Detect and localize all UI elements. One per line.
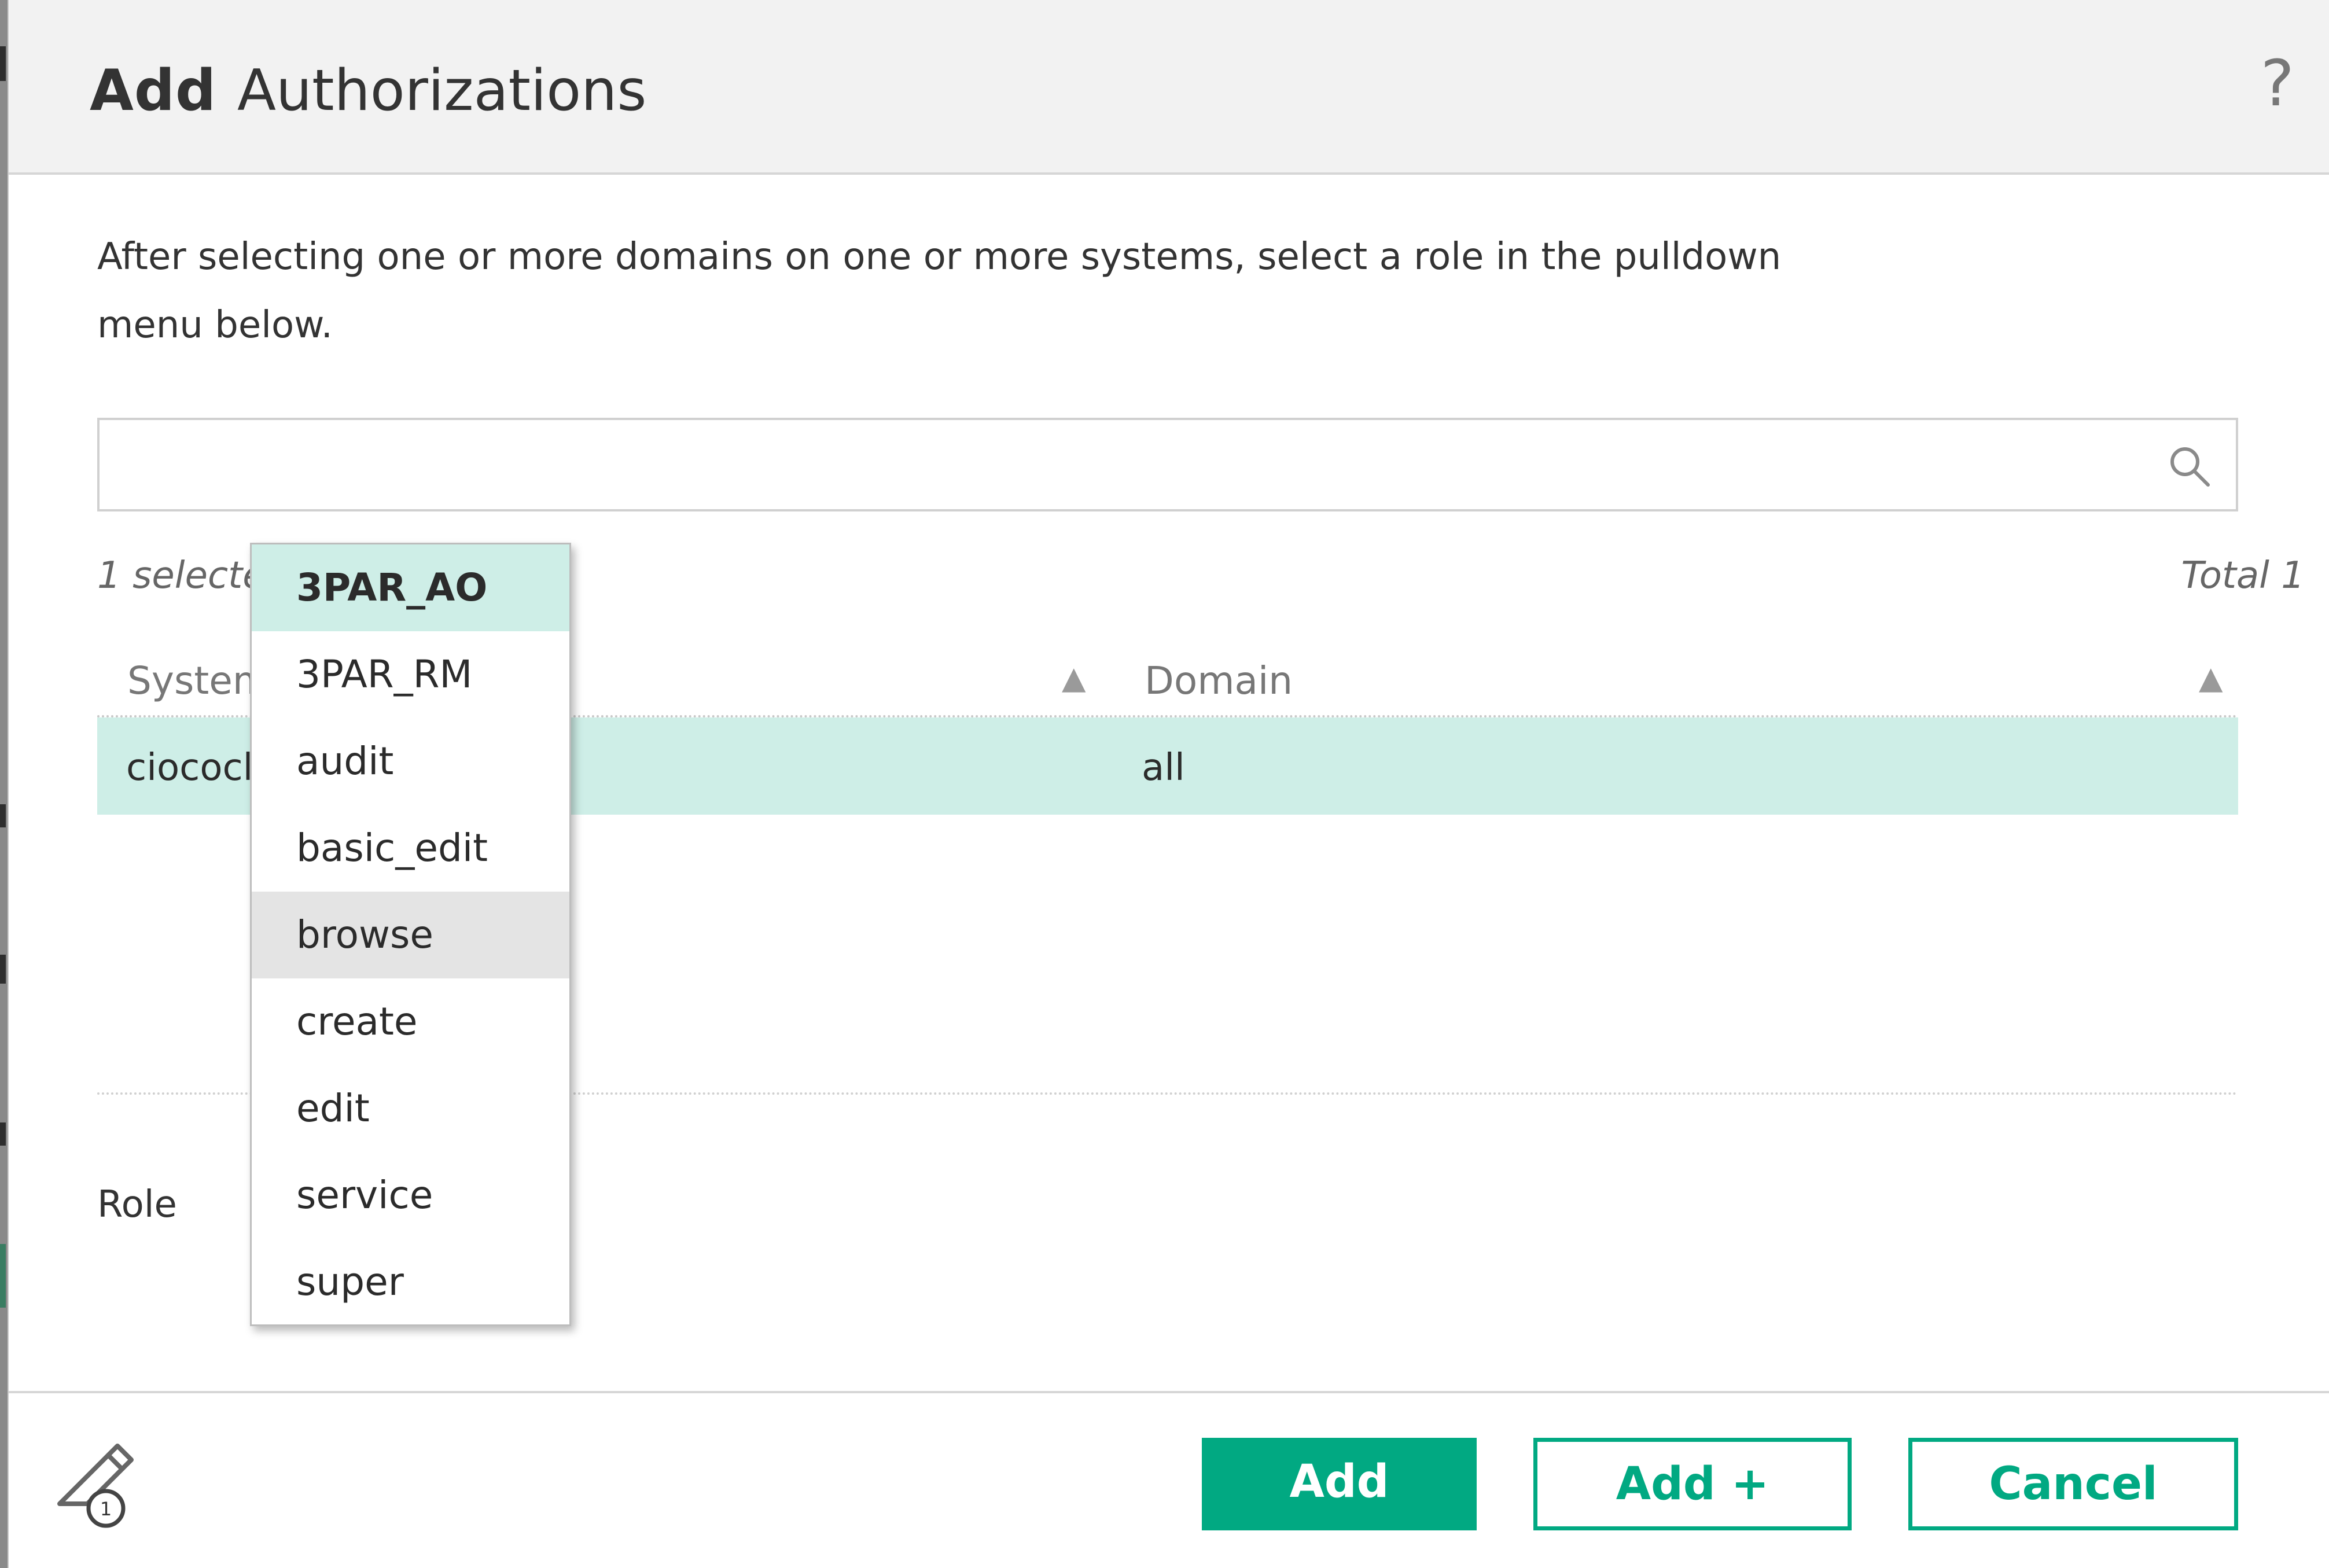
role-option-super[interactable]: super <box>252 1239 569 1326</box>
add-authorizations-dialog: Add Authorizations ? After selecting one… <box>8 0 2329 1568</box>
role-option-browse[interactable]: browse <box>252 892 569 978</box>
add-button[interactable]: Add <box>1202 1438 1477 1530</box>
role-option-service[interactable]: service <box>252 1152 569 1239</box>
role-option-audit[interactable]: audit <box>252 718 569 805</box>
search-input[interactable] <box>97 418 2238 511</box>
dialog-title-action: Add <box>90 58 217 124</box>
dialog-header: Add Authorizations ? <box>9 0 2329 175</box>
cell-system: ciococl <box>126 746 253 789</box>
role-option-3par-rm[interactable]: 3PAR_RM <box>252 631 569 718</box>
total-count: Total 1 <box>2181 554 2305 597</box>
notes-badge: 1 <box>100 1498 112 1520</box>
role-option-edit[interactable]: edit <box>252 1065 569 1152</box>
role-option-basic-edit[interactable]: basic_edit <box>252 805 569 892</box>
role-dropdown-menu[interactable]: 3PAR_AO 3PAR_RM audit basic_edit browse … <box>250 543 571 1326</box>
add-plus-button[interactable]: Add + <box>1533 1438 1852 1530</box>
column-header-system[interactable]: System <box>127 658 270 703</box>
notes-icon[interactable]: 1 <box>50 1432 149 1530</box>
search-icon[interactable] <box>2166 443 2213 489</box>
role-option-3par-ao[interactable]: 3PAR_AO <box>252 544 569 631</box>
column-header-domain[interactable]: Domain <box>1145 658 1293 703</box>
footer-divider <box>9 1391 2329 1393</box>
background-page-edge <box>0 0 8 1568</box>
sort-ascending-icon[interactable]: ▲ <box>2199 660 2223 696</box>
sort-ascending-icon[interactable]: ▲ <box>1062 660 1086 696</box>
cell-domain: all <box>1142 746 1185 789</box>
instructions-text: After selecting one or more domains on o… <box>97 235 1782 347</box>
cancel-button[interactable]: Cancel <box>1908 1438 2238 1530</box>
dialog-title: Authorizations <box>237 58 647 124</box>
role-option-create[interactable]: create <box>252 978 569 1065</box>
help-icon[interactable]: ? <box>2261 46 2294 120</box>
role-label: Role <box>97 1183 177 1226</box>
